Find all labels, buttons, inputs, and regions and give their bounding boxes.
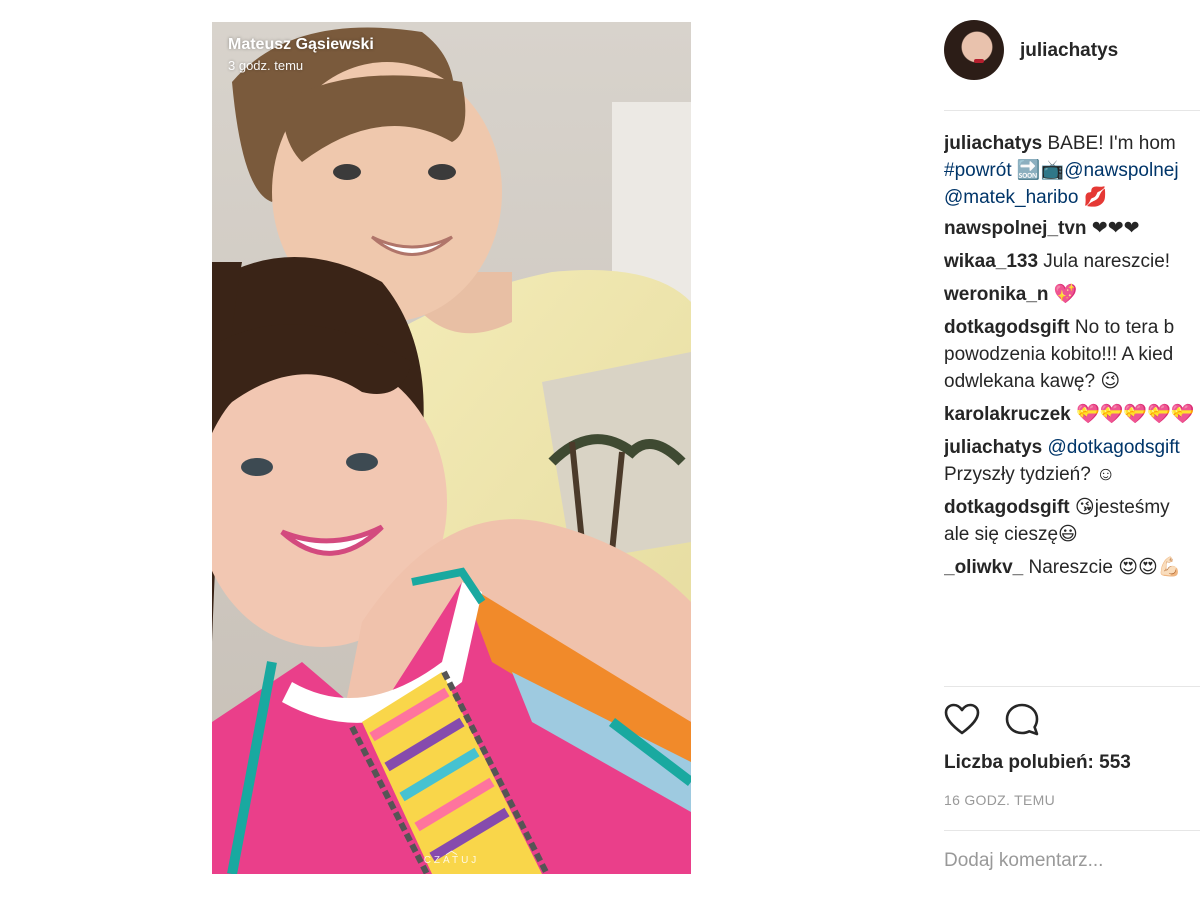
hashtag-link[interactable]: #powrót bbox=[944, 160, 1012, 181]
post-timestamp: 16 GODZ. TEMU bbox=[944, 792, 1055, 808]
comment-text: ❤❤❤ bbox=[1086, 218, 1140, 239]
post-username[interactable]: juliachatys bbox=[1020, 40, 1118, 62]
likes-count[interactable]: Liczba polubień: 553 bbox=[944, 752, 1131, 774]
comment-emoji: 💋 bbox=[1078, 187, 1108, 208]
comment-username[interactable]: dotkagodsgift bbox=[944, 317, 1070, 338]
speech-bubble-icon[interactable] bbox=[1004, 702, 1040, 738]
comment-text: Nareszcie 😍😍💪🏻 bbox=[1023, 557, 1182, 578]
post-sidebar: juliachatys juliachatys BABE! I'm hom #p… bbox=[944, 0, 1200, 900]
comment-text: No to tera b bbox=[1069, 317, 1175, 338]
comment-item: karolakruczek 💝💝💝💝💝 bbox=[944, 401, 1200, 428]
comment-list: juliachatys BABE! I'm hom #powrót 🔜📺@naw… bbox=[944, 130, 1200, 587]
comment-item: _oliwkv_ Nareszcie 😍😍💪🏻 bbox=[944, 554, 1200, 581]
comment-username[interactable]: karolakruczek bbox=[944, 404, 1071, 425]
chat-label: CZATUJ bbox=[423, 855, 480, 866]
comment-text: odwlekana kawę? 😉 bbox=[944, 371, 1121, 392]
comment-username[interactable]: dotkagodsgift bbox=[944, 497, 1070, 518]
comment-item: dotkagodsgift 😘jesteśmy ale się cieszę😃 bbox=[944, 494, 1200, 548]
chat-hint[interactable]: ︿ CZATUJ bbox=[212, 843, 691, 866]
comment-text: Przyszły tydzień? ☺ bbox=[944, 464, 1116, 485]
mention-link[interactable]: @nawspolnej bbox=[1064, 160, 1178, 181]
post-header: juliachatys bbox=[944, 20, 1200, 82]
avatar[interactable] bbox=[944, 20, 1004, 80]
comment-text: 💝💝💝💝💝 bbox=[1070, 404, 1195, 425]
comment-emoji: 🔜📺 bbox=[1011, 160, 1065, 181]
comment-text: 💖 bbox=[1048, 284, 1078, 305]
comment-text: ale się cieszę😃 bbox=[944, 524, 1078, 545]
comment-item: dotkagodsgift No to tera b powodzenia ko… bbox=[944, 314, 1200, 395]
story-header: Mateusz Gąsiewski 3 godz. temu bbox=[228, 36, 374, 73]
comment-item: nawspolnej_tvn ❤❤❤ bbox=[944, 215, 1200, 242]
comment-username[interactable]: _oliwkv_ bbox=[944, 557, 1023, 578]
comment-username[interactable]: nawspolnej_tvn bbox=[944, 218, 1087, 239]
comment-username[interactable]: juliachatys bbox=[944, 133, 1042, 154]
divider bbox=[944, 830, 1200, 831]
comment-text: 😘jesteśmy bbox=[1069, 497, 1170, 518]
comment-text: BABE! I'm hom bbox=[1042, 133, 1176, 154]
heart-outline-icon[interactable] bbox=[944, 702, 980, 738]
comment-item: juliachatys @dotkagodsgift Przyszły tydz… bbox=[944, 434, 1200, 488]
story-author[interactable]: Mateusz Gąsiewski bbox=[228, 36, 374, 54]
comment-username[interactable]: weronika_n bbox=[944, 284, 1049, 305]
selfie-image bbox=[212, 22, 691, 874]
comment-username[interactable]: juliachatys bbox=[944, 437, 1042, 458]
story-photo[interactable]: Mateusz Gąsiewski 3 godz. temu ︿ CZATUJ bbox=[212, 22, 691, 874]
add-comment-input[interactable]: Dodaj komentarz... bbox=[944, 850, 1103, 872]
comment-text: Jula nareszcie! bbox=[1038, 251, 1171, 272]
mention-link[interactable]: @dotkagodsgift bbox=[1042, 437, 1179, 458]
mention-link[interactable]: @matek_haribo bbox=[944, 187, 1078, 208]
divider bbox=[944, 686, 1200, 687]
caption: juliachatys BABE! I'm hom #powrót 🔜📺@naw… bbox=[944, 130, 1200, 211]
comment-item: wikaa_133 Jula nareszcie! bbox=[944, 248, 1200, 275]
divider bbox=[944, 110, 1200, 111]
story-time: 3 godz. temu bbox=[228, 58, 304, 73]
comment-username[interactable]: wikaa_133 bbox=[944, 251, 1038, 272]
comment-item: weronika_n 💖 bbox=[944, 281, 1200, 308]
comment-text: powodzenia kobito!!! A kied bbox=[944, 344, 1174, 365]
chevron-up-icon: ︿ bbox=[445, 843, 458, 857]
